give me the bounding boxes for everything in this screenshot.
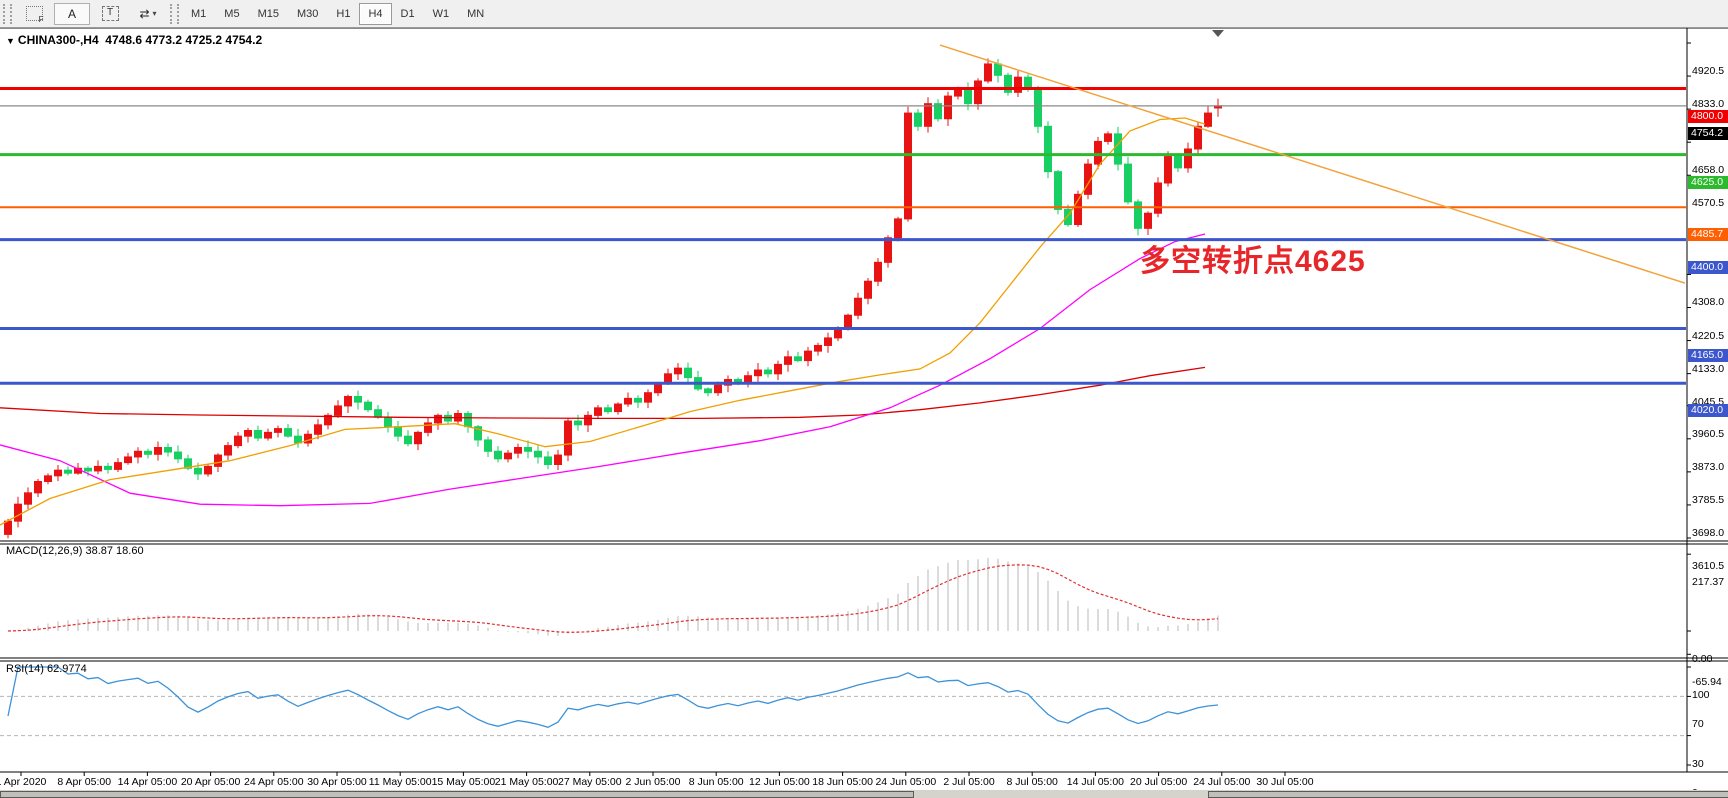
text-box-tool-button[interactable]: T: [92, 3, 128, 25]
price-tick-4308.0: 4308.0: [1692, 296, 1724, 308]
price-tick-3698.0: 3698.0: [1692, 527, 1724, 539]
timeframe-M30-button[interactable]: M30: [288, 3, 327, 25]
time-tick-1: 1 Apr 2020: [0, 776, 46, 788]
time-tick-6: 30 Apr 05:00: [307, 776, 367, 788]
time-tick-15: 24 Jun 05:00: [875, 776, 936, 788]
mt4-terminal: FAT⇄▾ M1M5M15M30H1H4D1W1MN ▼CHINA300-,H4…: [0, 0, 1728, 798]
slow-ma: [0, 367, 1205, 418]
price-tick-3873.0: 3873.0: [1692, 461, 1724, 473]
timeframe-H1-button[interactable]: H1: [327, 3, 359, 25]
toolbar-grip[interactable]: [3, 4, 12, 24]
timeframe-W1-button[interactable]: W1: [424, 3, 459, 25]
rsi-tick-30: 30: [1692, 758, 1704, 770]
level-badge-4020.0: 4020.0: [1688, 404, 1728, 417]
timeframe-M5-button[interactable]: M5: [215, 3, 248, 25]
time-tick-5: 24 Apr 05:00: [244, 776, 304, 788]
rsi-tick-100: 100: [1692, 689, 1710, 701]
timeframe-MN-button[interactable]: MN: [458, 3, 493, 25]
chart-text-annotation[interactable]: 多空转折点4625: [1140, 236, 1366, 280]
time-tick-13: 12 Jun 05:00: [749, 776, 810, 788]
time-tick-7: 11 May 05:00: [369, 776, 432, 788]
time-tick-10: 27 May 05:00: [558, 776, 622, 788]
price-tick-4920.5: 4920.5: [1692, 65, 1724, 77]
time-tick-14: 18 Jun 05:00: [812, 776, 873, 788]
bottom-edge-segment: [1208, 791, 1728, 798]
time-tick-8: 15 May 05:00: [432, 776, 496, 788]
arrows-tool-button[interactable]: ⇄▾: [130, 3, 166, 25]
price-tick-3960.5: 3960.5: [1692, 428, 1724, 440]
time-tick-3: 14 Apr 05:00: [118, 776, 178, 788]
price-tick-3785.5: 3785.5: [1692, 494, 1724, 506]
fibonacci-grid-tool-button[interactable]: F: [16, 3, 52, 25]
time-tick-2: 8 Apr 05:00: [57, 776, 111, 788]
chart-shift-marker: [1212, 30, 1224, 37]
level-badge-4165.0: 4165.0: [1688, 349, 1728, 362]
price-tick-4220.5: 4220.5: [1692, 330, 1724, 342]
time-tick-18: 14 Jul 05:00: [1067, 776, 1124, 788]
chart-title: ▼CHINA300-,H4 4748.6 4773.2 4725.2 4754.…: [6, 33, 262, 47]
macd-signal-line: [8, 565, 1218, 632]
toolbar: FAT⇄▾ M1M5M15M30H1H4D1W1MN: [0, 0, 1728, 28]
rsi-line: [8, 667, 1218, 727]
price-tick-4833.0: 4833.0: [1692, 98, 1724, 110]
current-price-badge: 4754.2: [1688, 127, 1728, 140]
level-badge-4400.0: 4400.0: [1688, 261, 1728, 274]
timeframe-M1-button[interactable]: M1: [182, 3, 215, 25]
time-tick-17: 8 Jul 05:00: [1007, 776, 1058, 788]
macd-tick-217.37: 217.37: [1692, 576, 1724, 588]
timeframe-H4-button[interactable]: H4: [359, 3, 391, 25]
macd-indicator-label: MACD(12,26,9) 38.87 18.60: [6, 545, 144, 557]
time-tick-4: 20 Apr 05:00: [181, 776, 241, 788]
timeframe-grip[interactable]: [170, 4, 179, 24]
level-badge-4485.7: 4485.7: [1688, 228, 1728, 241]
arrows-icon: ⇄: [139, 7, 149, 21]
price-tick-3610.5: 3610.5: [1692, 560, 1724, 572]
price-tick-4570.5: 4570.5: [1692, 197, 1724, 209]
rsi-indicator-label: RSI(14) 62.9774: [6, 663, 87, 675]
fibonacci-grid-icon: F: [26, 6, 43, 21]
chart-window[interactable]: ▼CHINA300-,H4 4748.6 4773.2 4725.2 4754.…: [0, 28, 1728, 798]
timeframe-M15-button[interactable]: M15: [249, 3, 288, 25]
drawing-tools-group: FAT⇄▾: [15, 3, 167, 25]
chart-ohlc-values: 4748.6 4773.2 4725.2 4754.2: [105, 33, 262, 47]
price-tick-4658.0: 4658.0: [1692, 164, 1724, 176]
bottom-edge-segment: [0, 791, 914, 798]
time-tick-19: 20 Jul 05:00: [1130, 776, 1187, 788]
chevron-down-icon: ▾: [153, 9, 157, 18]
macd-tick--65.94: -65.94: [1692, 676, 1722, 688]
price-tick-4133.0: 4133.0: [1692, 363, 1724, 375]
time-tick-21: 30 Jul 05:00: [1256, 776, 1313, 788]
time-tick-16: 2 Jul 05:00: [943, 776, 994, 788]
time-tick-12: 8 Jun 05:00: [689, 776, 744, 788]
chart-symbol-period: CHINA300-,H4: [18, 33, 99, 47]
rsi-tick-70: 70: [1692, 718, 1704, 730]
macd-tick-0.00: 0.00: [1692, 653, 1712, 665]
medium-ma: [0, 234, 1205, 506]
time-tick-11: 2 Jun 05:00: [626, 776, 681, 788]
fast-ma: [0, 118, 1205, 525]
price-chart-canvas[interactable]: [0, 28, 1728, 798]
time-tick-9: 21 May 05:00: [495, 776, 559, 788]
window-bottom-edge: [0, 790, 1728, 798]
text-label-tool-button[interactable]: A: [54, 3, 90, 25]
collapse-icon[interactable]: ▼: [6, 36, 15, 46]
timeframe-D1-button[interactable]: D1: [392, 3, 424, 25]
timeframe-group: M1M5M15M30H1H4D1W1MN: [182, 3, 493, 25]
level-badge-4800.0: 4800.0: [1688, 110, 1728, 123]
level-badge-4625.0: 4625.0: [1688, 176, 1728, 189]
time-tick-20: 24 Jul 05:00: [1193, 776, 1250, 788]
text-box-icon: T: [102, 6, 119, 21]
